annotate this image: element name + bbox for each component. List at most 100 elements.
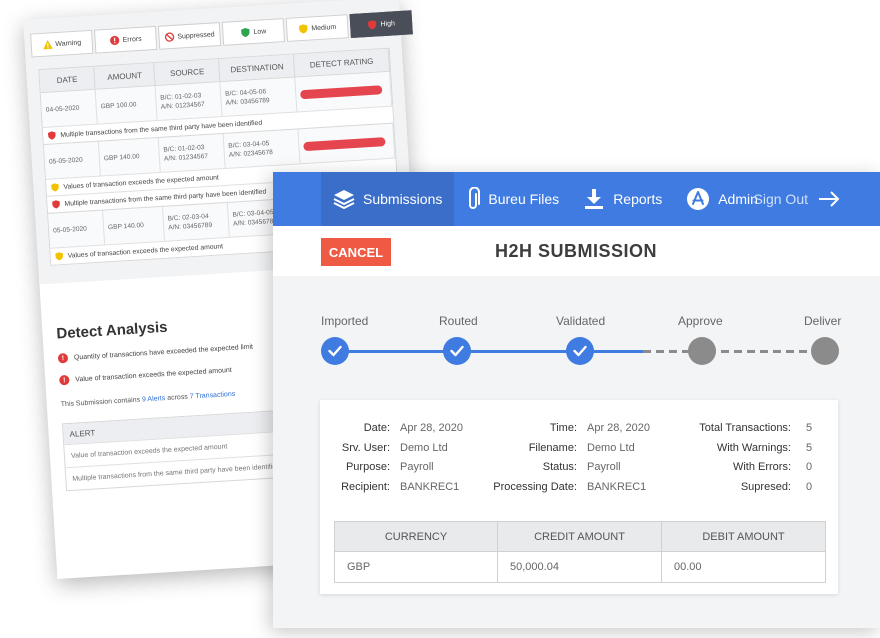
shield-high-icon	[368, 20, 377, 30]
analysis-item: ! Quantity of transactions have exceeded…	[57, 342, 254, 364]
dest-an: A/N: 03456789	[232, 217, 278, 228]
filter-tab-low[interactable]: Low	[221, 18, 286, 46]
shield-medium-icon	[298, 24, 308, 34]
nav-label: Submissions	[363, 191, 443, 207]
row-amount: GBP 140.00	[103, 206, 165, 245]
submission-card: Submissions Bureu Files Reports Admin Si	[273, 172, 880, 628]
submission-details: Date: Apr 28, 2020 Srv. User: Demo Ltd Pur…	[320, 400, 838, 594]
transactions-link[interactable]: 7 Transactions	[190, 391, 236, 401]
alert-icon: !	[59, 374, 70, 386]
page-title: H2H SUBMISSION	[495, 241, 658, 261]
detail-key: Filename:	[528, 442, 577, 454]
paperclip-icon	[469, 187, 481, 209]
detail-value: BANKREC1	[400, 481, 460, 493]
check-icon	[450, 345, 464, 357]
warning-icon	[42, 40, 53, 50]
row-source: B/C: 01-02-03 A/N: 01234567	[158, 133, 226, 172]
detail-value: Demo Ltd	[400, 442, 448, 454]
table-header: CURRENCY CREDIT AMOUNT DEBIT AMOUNT	[335, 522, 825, 551]
detail-value: Apr 28, 2020	[587, 422, 650, 434]
analysis-item: ! Value of transaction exceeds the expec…	[59, 365, 232, 386]
column-header[interactable]: AMOUNT	[94, 63, 156, 89]
shield-medium-icon	[55, 252, 63, 261]
column-header[interactable]: CREDIT AMOUNT	[498, 522, 662, 551]
step-label-approve: Approve	[678, 314, 723, 328]
nav-label: Bureu Files	[488, 191, 560, 207]
error-icon	[110, 35, 120, 46]
table-row[interactable]: GBP 50,000.04 00.00	[335, 551, 825, 582]
row-source: B/C: 02-03-04 A/N: 03456789	[162, 202, 230, 241]
nav-label: Reports	[613, 191, 663, 207]
summary-mid: across	[165, 393, 191, 403]
step-label-validated: Validated	[556, 314, 606, 328]
source-an: A/N: 03456789	[168, 221, 213, 232]
nav-bureu-files[interactable]: Bureu Files	[454, 172, 571, 226]
row-destination: B/C: 03-04-05 A/N: 02345678	[223, 129, 301, 168]
source-an: A/N: 01234567	[160, 101, 205, 111]
alert-icon: !	[57, 352, 69, 364]
sign-out-label: Sign Out	[753, 191, 808, 207]
row-rating	[295, 71, 393, 112]
detail-key: Total Transactions:	[699, 422, 791, 434]
nav-label: Admin	[718, 191, 758, 207]
detail-value: 0	[806, 461, 813, 473]
cell-currency: GBP	[335, 552, 498, 582]
row-amount: GBP 100.00	[95, 86, 158, 124]
cell-credit-amount: 50,000.04	[498, 552, 662, 582]
column-header[interactable]: SOURCE	[154, 59, 221, 86]
progress-line-pending	[643, 350, 818, 353]
nav-submissions[interactable]: Submissions	[321, 172, 455, 226]
dest-an: A/N: 02345678	[228, 149, 274, 159]
detail-key: Srv. User:	[341, 442, 390, 454]
filter-tab-warning[interactable]: Warning	[30, 29, 94, 58]
filter-tab-suppressed[interactable]: Suppressed	[157, 22, 222, 50]
row-amount: GBP 140.00	[98, 137, 161, 176]
detail-value: Demo Ltd	[587, 442, 635, 454]
row-rating	[298, 123, 396, 164]
step-label-imported: Imported	[321, 314, 369, 328]
step-routed[interactable]	[443, 337, 471, 365]
filter-tab-high[interactable]: High	[349, 10, 413, 39]
rating-bar	[303, 136, 386, 151]
detail-value: 5	[806, 442, 813, 454]
shield-high-icon	[47, 131, 56, 140]
step-label-routed: Routed	[439, 314, 478, 328]
detail-key: Time:	[549, 422, 577, 434]
step-approve[interactable]	[688, 337, 716, 365]
step-validated[interactable]	[566, 337, 594, 365]
filter-tab-label: High	[380, 19, 396, 28]
rating-bar	[300, 84, 383, 99]
alerts-link[interactable]: 9 Alerts	[142, 395, 166, 403]
cancel-button[interactable]: CANCEL	[321, 238, 391, 266]
filter-tab-medium[interactable]: Medium	[285, 14, 349, 42]
column-header[interactable]: DESTINATION	[219, 54, 296, 82]
dest-an: A/N: 03456789	[225, 97, 270, 107]
filter-tab-label: Low	[253, 27, 267, 36]
detail-key: With Warnings:	[716, 442, 791, 454]
progress-line-complete	[348, 350, 643, 353]
shield-low-icon	[241, 27, 250, 38]
detail-key: Processing Date:	[493, 481, 577, 493]
column-header[interactable]: DEBIT AMOUNT	[662, 522, 825, 551]
filter-tab-label: Errors	[122, 35, 142, 44]
download-icon	[585, 189, 604, 209]
step-deliver[interactable]	[811, 337, 839, 365]
cell-debit-amount: 00.00	[674, 561, 702, 573]
column-header[interactable]: CURRENCY	[335, 522, 498, 551]
detail-key: Status:	[542, 461, 577, 473]
shield-medium-icon	[51, 183, 59, 192]
arrow-right-icon	[819, 191, 840, 207]
shield-high-icon	[52, 200, 60, 209]
check-icon	[573, 345, 587, 357]
sign-out-button[interactable]: Sign Out	[754, 172, 840, 226]
row-date: 05-05-2020	[48, 210, 106, 248]
top-navbar: Submissions Bureu Files Reports Admin Si	[273, 172, 880, 226]
nav-reports[interactable]: Reports	[571, 172, 674, 226]
detail-key: Purpose:	[345, 461, 390, 473]
column-header[interactable]: DATE	[39, 66, 96, 93]
app-store-icon	[687, 188, 710, 210]
filter-tab-errors[interactable]: Errors	[93, 25, 158, 54]
filter-tab-label: Warning	[55, 39, 82, 48]
detail-value: Payroll	[400, 461, 434, 473]
step-imported[interactable]	[321, 337, 349, 365]
